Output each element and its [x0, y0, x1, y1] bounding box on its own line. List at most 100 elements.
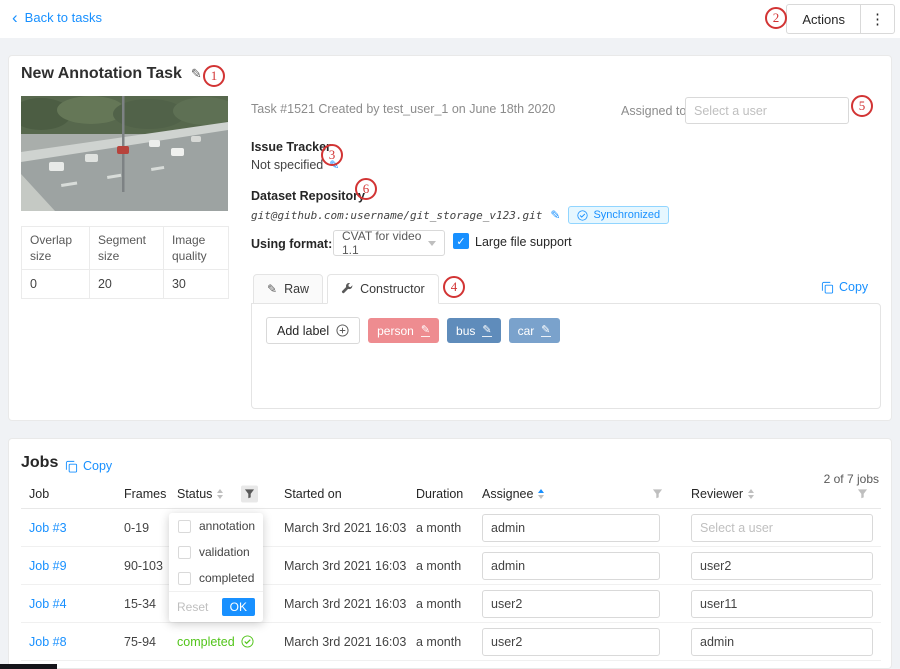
issue-tracker-label: Issue Tracker	[251, 140, 331, 154]
filter-ok-button[interactable]: OK	[222, 598, 255, 616]
assigned-to-label: Assigned to	[621, 104, 686, 118]
screen-edge-artifact	[0, 664, 57, 669]
duration-cell: a month	[408, 597, 474, 611]
copy-icon	[821, 281, 834, 294]
task-preview-image	[21, 96, 228, 211]
frames-cell: 90-103	[116, 559, 169, 573]
job-link[interactable]: Job #8	[29, 635, 67, 649]
status-cell-completed: completed	[177, 635, 254, 649]
started-cell: March 3rd 2021 16:03	[276, 521, 408, 535]
sync-status-badge: Synchronized	[568, 206, 669, 224]
edit-title-icon[interactable]: ✎	[191, 66, 202, 82]
label-chip-car-name: car	[518, 324, 535, 338]
copy-labels-button[interactable]: Copy	[821, 280, 868, 294]
assignee-input[interactable]	[482, 552, 660, 580]
task-assignee-input[interactable]	[685, 97, 849, 124]
export-format-select[interactable]: CVAT for video 1.1	[333, 230, 445, 256]
add-label-button[interactable]: Add label	[266, 317, 360, 344]
table-row: Job #8 75-94 completed March 3rd 2021 16…	[21, 623, 881, 661]
reviewer-input[interactable]	[691, 552, 873, 580]
jobs-table-header: Job Frames Status Started on Duration As…	[21, 479, 881, 509]
assignee-input[interactable]	[482, 590, 660, 618]
param-header-quality: Image quality	[163, 227, 228, 270]
status-filter-icon[interactable]	[241, 485, 258, 502]
filter-reset-button[interactable]: Reset	[177, 600, 208, 614]
job-link[interactable]: Job #3	[29, 521, 67, 535]
label-chip-bus[interactable]: bus ✎	[447, 318, 501, 343]
job-link[interactable]: Job #9	[29, 559, 67, 573]
checkbox-icon[interactable]	[178, 520, 191, 533]
annotation-marker-2: 2	[765, 7, 787, 29]
started-cell: March 3rd 2021 16:03	[276, 597, 408, 611]
tab-raw-label: Raw	[284, 282, 309, 296]
jobs-table: Job Frames Status Started on Duration As…	[21, 479, 881, 661]
pencil-icon: ✎	[267, 282, 277, 296]
copy-icon	[65, 460, 78, 473]
tab-raw[interactable]: ✎ Raw	[253, 274, 323, 304]
duration-cell: a month	[408, 521, 474, 535]
edit-label-icon[interactable]: ✎	[541, 325, 550, 337]
edit-label-icon[interactable]: ✎	[421, 325, 430, 337]
traffic-camera-preview	[21, 96, 228, 211]
copy-jobs-button[interactable]: Copy	[65, 459, 112, 473]
kebab-menu-icon[interactable]: ⋮	[860, 5, 894, 33]
task-title-row: New Annotation Task ✎	[21, 65, 202, 83]
tab-constructor[interactable]: Constructor	[327, 274, 439, 304]
filter-option-label: completed	[199, 571, 254, 585]
jobs-card: Jobs Copy 2 of 7 jobs Job Frames Status …	[8, 438, 892, 669]
sort-icon[interactable]	[748, 489, 754, 499]
reviewer-header-label: Reviewer	[691, 487, 743, 501]
column-header-reviewer[interactable]: Reviewer	[683, 487, 881, 501]
large-file-support-checkbox[interactable]: ✓	[453, 233, 469, 249]
back-to-tasks-link[interactable]: ‹ Back to tasks	[12, 10, 102, 25]
filter-option-label: annotation	[199, 519, 255, 533]
actions-button-group: Actions ⋮	[786, 4, 895, 34]
task-title: New Annotation Task	[21, 65, 182, 83]
column-header-assignee[interactable]: Assignee	[474, 487, 683, 501]
select-caret-icon	[428, 241, 436, 246]
annotation-marker-1: 1	[203, 65, 225, 87]
sort-icon[interactable]	[217, 489, 223, 499]
actions-button[interactable]: Actions	[787, 5, 860, 33]
edit-repository-icon[interactable]: ✎	[550, 208, 560, 222]
checkbox-icon[interactable]	[178, 546, 191, 559]
table-row: Job #9 90-103 March 3rd 2021 16:03 a mon…	[21, 547, 881, 585]
sort-icon-active[interactable]	[538, 489, 544, 499]
job-link[interactable]: Job #4	[29, 597, 67, 611]
label-chip-person[interactable]: person ✎	[368, 318, 439, 343]
filter-option-validation[interactable]: validation	[169, 539, 263, 565]
label-chip-car[interactable]: car ✎	[509, 318, 560, 343]
column-header-job: Job	[21, 487, 116, 501]
back-chevron-icon: ‹	[12, 11, 18, 24]
annotation-marker-6: 6	[355, 178, 377, 200]
started-cell: March 3rd 2021 16:03	[276, 635, 408, 649]
checkbox-icon[interactable]	[178, 572, 191, 585]
param-value-segment: 20	[89, 270, 163, 299]
assignee-filter-icon[interactable]	[652, 488, 663, 499]
started-cell: March 3rd 2021 16:03	[276, 559, 408, 573]
param-value-quality: 30	[163, 270, 228, 299]
frames-cell: 75-94	[116, 635, 169, 649]
check-circle-icon	[241, 635, 254, 648]
reviewer-input[interactable]	[691, 514, 873, 542]
reviewer-filter-icon[interactable]	[857, 488, 868, 499]
reviewer-input[interactable]	[691, 590, 873, 618]
table-row: Job #4 15-34 March 3rd 2021 16:03 a mont…	[21, 585, 881, 623]
edit-label-icon[interactable]: ✎	[482, 325, 491, 337]
labels-row: Add label person ✎ bus ✎ car ✎	[266, 317, 560, 344]
column-header-duration: Duration	[408, 487, 474, 501]
large-file-support-label: Large file support	[475, 235, 572, 249]
wrench-icon	[341, 283, 353, 295]
filter-option-completed[interactable]: completed	[169, 565, 263, 591]
reviewer-input[interactable]	[691, 628, 873, 656]
frames-cell: 15-34	[116, 597, 169, 611]
filter-option-annotation[interactable]: annotation	[169, 513, 263, 539]
issue-tracker-value: Not specified	[251, 158, 323, 172]
status-filter-dropdown: annotation validation completed Reset OK	[169, 513, 263, 622]
column-header-status[interactable]: Status	[169, 487, 276, 501]
label-chip-person-name: person	[377, 324, 414, 338]
assignee-input[interactable]	[482, 514, 660, 542]
assignee-input[interactable]	[482, 628, 660, 656]
copy-jobs-label: Copy	[83, 459, 112, 473]
repository-url: git@github.com:username/git_storage_v123…	[251, 209, 542, 222]
